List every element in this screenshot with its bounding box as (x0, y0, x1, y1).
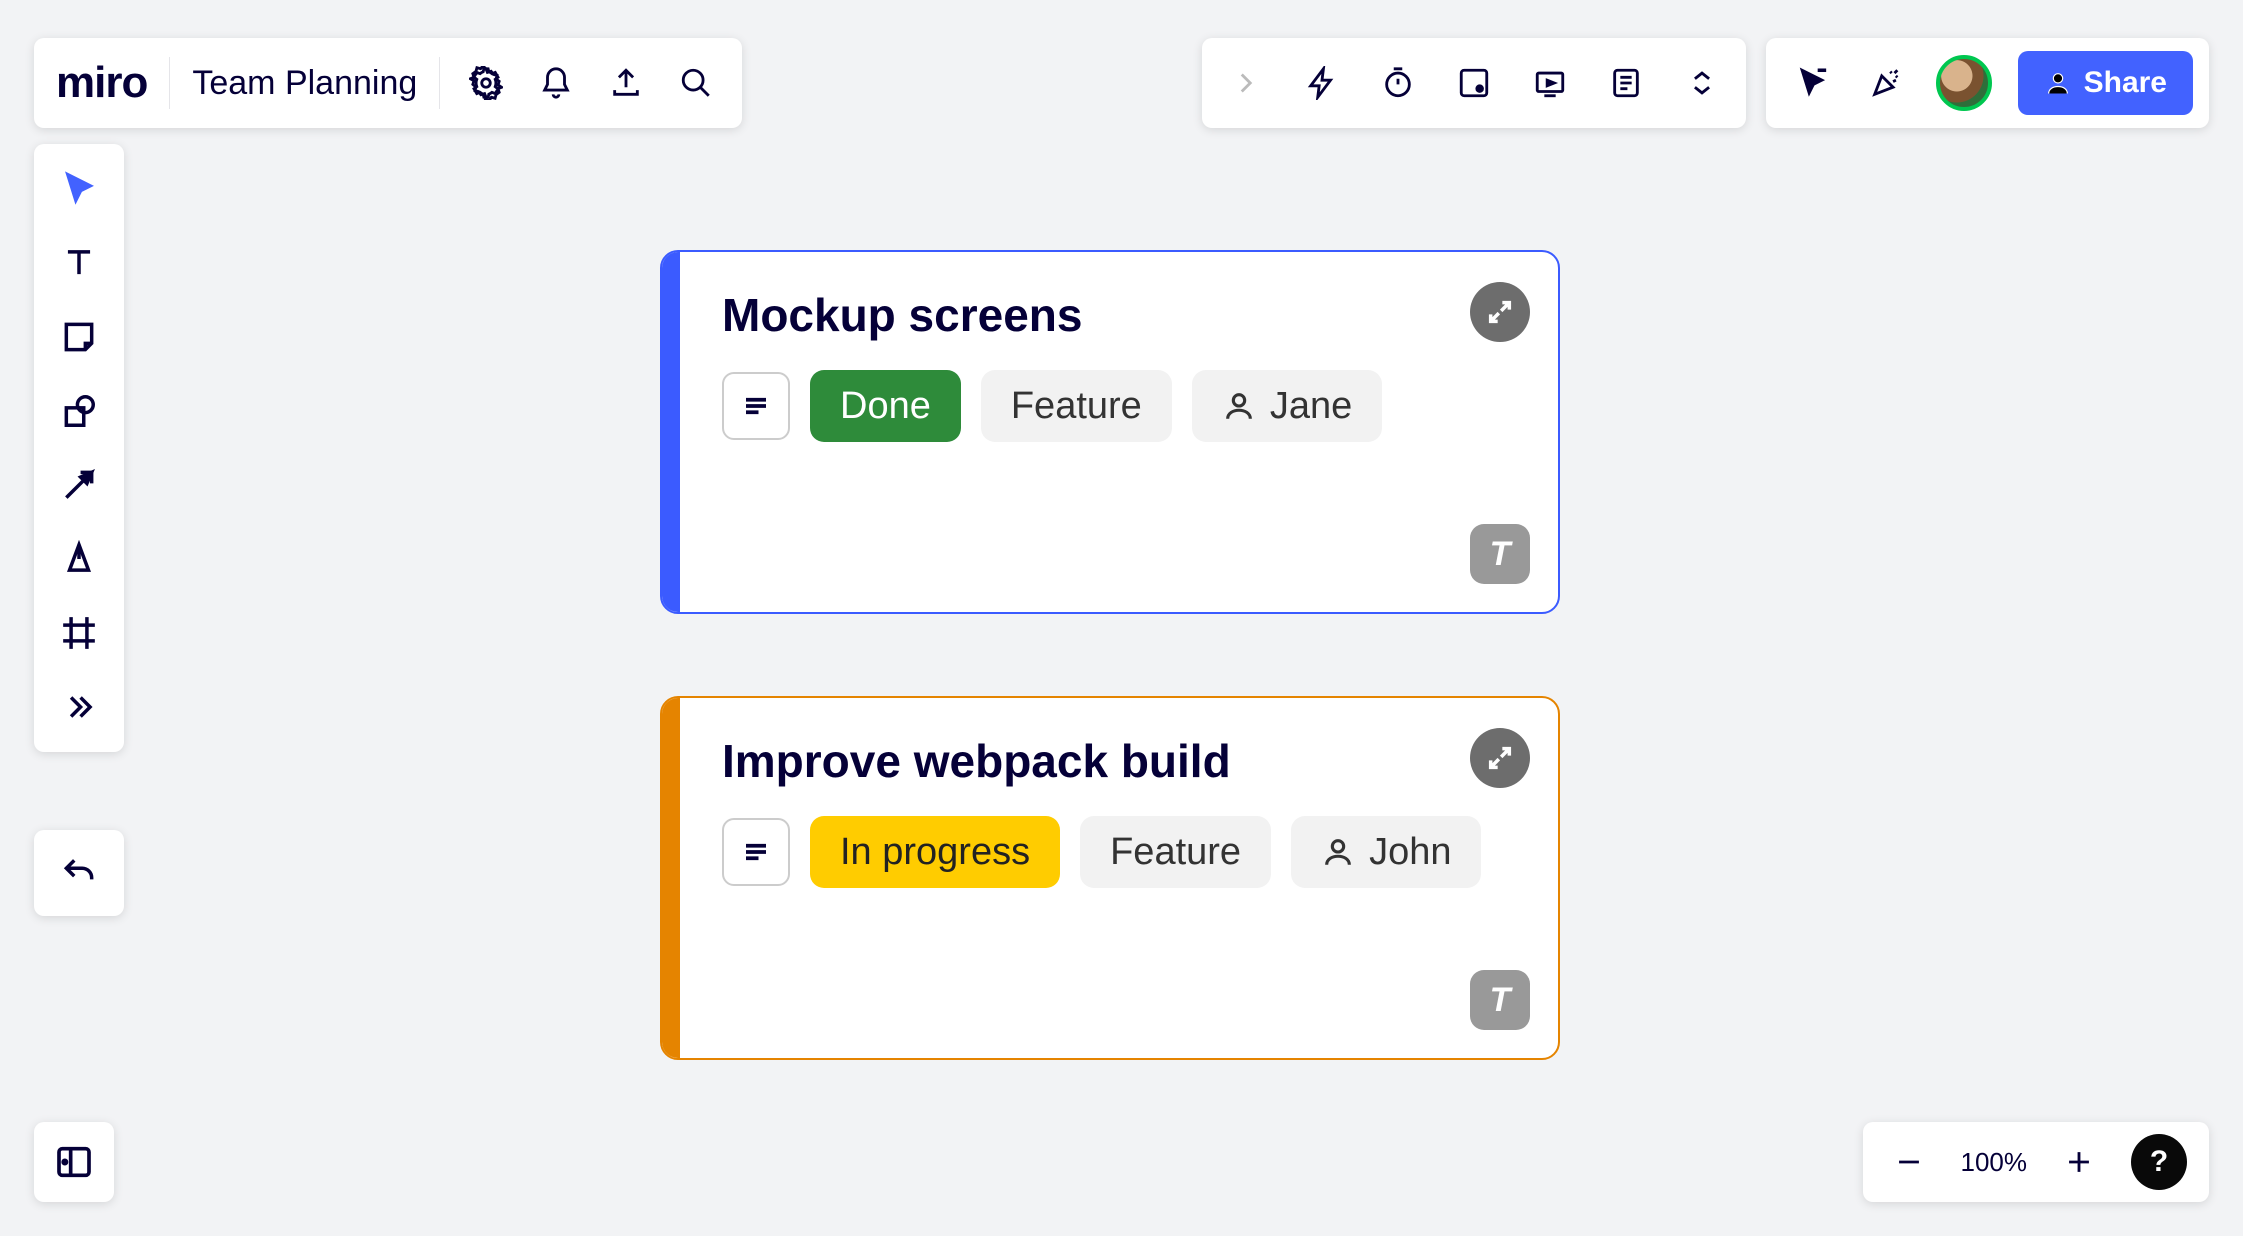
quick-action-button[interactable] (1298, 59, 1346, 107)
zoom-level[interactable]: 100% (1961, 1147, 2028, 1178)
comments-button[interactable] (1602, 59, 1650, 107)
source-badge[interactable]: T (1470, 970, 1530, 1030)
export-button[interactable] (602, 59, 650, 107)
sticky-note-icon (60, 318, 98, 356)
cursor-settings-button[interactable] (1788, 59, 1836, 107)
text-icon (60, 244, 98, 282)
confetti-icon (1869, 66, 1903, 100)
chevrons-icon (1685, 66, 1719, 100)
frame-icon (60, 614, 98, 652)
bottom-right: 100% ? (1863, 1122, 2210, 1202)
cursor-icon (1795, 66, 1829, 100)
minus-icon (1892, 1145, 1926, 1179)
chevrons-right-icon (60, 688, 98, 726)
chevron-right-icon (1229, 66, 1263, 100)
board-name[interactable]: Team Planning (192, 64, 417, 103)
pen-tool[interactable] (48, 528, 110, 590)
share-label: Share (2084, 66, 2167, 100)
expand-card-button[interactable] (1470, 282, 1530, 342)
panel-toggle[interactable] (34, 1122, 114, 1202)
zoom-controls: 100% ? (1863, 1122, 2210, 1202)
timer-icon (1381, 66, 1415, 100)
undo-icon (60, 854, 98, 892)
expand-card-button[interactable] (1470, 728, 1530, 788)
assignee-chip[interactable]: Jane (1192, 370, 1382, 442)
notifications-button[interactable] (532, 59, 580, 107)
divider (439, 57, 440, 109)
pen-icon (60, 540, 98, 578)
type-chip[interactable]: Feature (981, 370, 1172, 442)
assignee-chip[interactable]: John (1291, 816, 1481, 888)
more-apps-button[interactable] (1678, 59, 1726, 107)
plus-icon (2062, 1145, 2096, 1179)
lightning-icon (1305, 66, 1339, 100)
shape-tool[interactable] (48, 380, 110, 442)
header-right-cluster: Share (1202, 38, 2209, 128)
text-tool[interactable] (48, 232, 110, 294)
person-icon (1321, 835, 1355, 869)
presentation-icon (1533, 66, 1567, 100)
header-left: miro Team Planning (34, 38, 742, 128)
tools-toolbar (34, 144, 124, 752)
arrow-icon (60, 466, 98, 504)
timer-button[interactable] (1374, 59, 1422, 107)
more-tools-button[interactable] (48, 676, 110, 738)
card[interactable]: Mockup screens Done Feature Jane T (660, 250, 1560, 614)
panel-icon (54, 1142, 94, 1182)
lines-icon (741, 837, 771, 867)
miro-logo[interactable]: miro (56, 58, 147, 108)
shapes-icon (60, 392, 98, 430)
zoom-in-button[interactable] (2055, 1138, 2103, 1186)
upload-icon (609, 66, 643, 100)
card-accent (662, 698, 680, 1058)
vote-icon (1457, 66, 1491, 100)
assignee-name: John (1369, 831, 1451, 874)
search-icon (679, 66, 713, 100)
card-title: Improve webpack build (722, 734, 1518, 788)
gear-icon (469, 66, 503, 100)
divider (169, 57, 170, 109)
status-chip[interactable]: In progress (810, 816, 1060, 888)
zoom-out-button[interactable] (1885, 1138, 1933, 1186)
type-chip[interactable]: Feature (1080, 816, 1271, 888)
card-description-button[interactable] (722, 818, 790, 886)
bell-icon (539, 66, 573, 100)
card-accent (662, 252, 680, 612)
reactions-button[interactable] (1862, 59, 1910, 107)
present-button[interactable] (1526, 59, 1574, 107)
undo-panel (34, 830, 124, 916)
lines-icon (741, 391, 771, 421)
card[interactable]: Improve webpack build In progress Featur… (660, 696, 1560, 1060)
expand-icon (1486, 744, 1514, 772)
source-badge[interactable]: T (1470, 524, 1530, 584)
frame-tool[interactable] (48, 602, 110, 664)
share-toolbar: Share (1766, 38, 2209, 128)
connector-tool[interactable] (48, 454, 110, 516)
card-description-button[interactable] (722, 372, 790, 440)
status-chip[interactable]: Done (810, 370, 961, 442)
voting-button[interactable] (1450, 59, 1498, 107)
collab-toolbar (1202, 38, 1746, 128)
search-button[interactable] (672, 59, 720, 107)
settings-button[interactable] (462, 59, 510, 107)
person-icon (1222, 389, 1256, 423)
undo-button[interactable] (48, 842, 110, 904)
cursor-icon (60, 170, 98, 208)
card-title: Mockup screens (722, 288, 1518, 342)
expand-icon (1486, 298, 1514, 326)
person-add-icon (2044, 69, 2072, 97)
share-button[interactable]: Share (2018, 51, 2193, 115)
user-avatar[interactable] (1936, 55, 1992, 111)
notes-icon (1609, 66, 1643, 100)
help-button[interactable]: ? (2131, 1134, 2187, 1190)
assignee-name: Jane (1270, 385, 1352, 428)
collapse-button[interactable] (1222, 59, 1270, 107)
sticky-note-tool[interactable] (48, 306, 110, 368)
select-tool[interactable] (48, 158, 110, 220)
